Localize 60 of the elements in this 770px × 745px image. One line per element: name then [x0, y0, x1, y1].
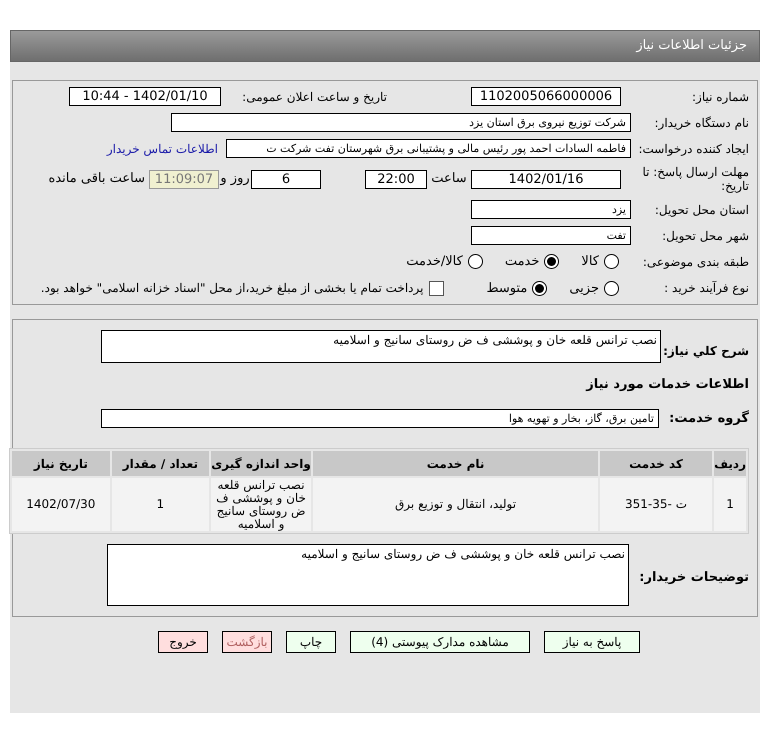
field-label: شماره نیاز:: [691, 88, 749, 106]
action-button[interactable]: چاپ: [286, 631, 336, 653]
checkbox[interactable]: [429, 280, 444, 296]
text-area[interactable]: نصب ترانس قلعه خان و پوششی ف ض روستای سانیج و اسلامیه: [107, 544, 629, 606]
text-field[interactable]: تامین برق، گاز، بخار و تهویه هوا: [101, 408, 659, 428]
column-header: تاریخ نیاز: [11, 450, 111, 477]
text-area[interactable]: نصب ترانس قلعه خان و پوششی ف ض روستای سانیج و اسلامیه: [101, 330, 661, 363]
field-label: مهلت ارسال پاسخ: تا تاریخ:: [641, 165, 749, 193]
field-label: استان محل تحویل:: [654, 202, 749, 218]
field-label: شهر محل تحویل:: [661, 228, 749, 244]
text-field[interactable]: یزد: [471, 200, 631, 219]
field-label: ساعت باقی مانده: [48, 170, 145, 188]
action-button[interactable]: پاسخ به نیاز: [544, 631, 640, 653]
section-title: اطلاعات خدمات مورد نیاز: [586, 376, 749, 394]
field-label: ساعت: [430, 170, 468, 188]
field-label: توضیحات خریدار:: [638, 569, 749, 587]
radio-button[interactable]: [544, 254, 560, 270]
option-label: کالا/خدمت: [406, 253, 463, 271]
action-button[interactable]: خروج: [158, 631, 208, 653]
table-cell: 1: [713, 477, 747, 532]
text-field[interactable]: 6: [251, 170, 321, 188]
radio-button[interactable]: [532, 280, 548, 296]
column-header: ردیف: [713, 450, 747, 477]
contact-link[interactable]: اطلاعات تماس خریدار: [106, 140, 218, 158]
action-button[interactable]: مشاهده مدارک پیوستی (4): [350, 631, 530, 653]
column-header: نام خدمت: [312, 450, 599, 477]
text-field[interactable]: شرکت توزیع نیروی برق استان یزد: [171, 113, 631, 132]
field-label: گروه خدمت:: [668, 409, 749, 428]
table-cell: تولید، انتقال و توزیع برق: [312, 477, 599, 532]
text-field[interactable]: 1402/01/10 - 10:44: [69, 87, 221, 106]
remaining-time: 11:09:07: [149, 170, 219, 188]
field-label: نام دستگاه خریدار:: [654, 114, 749, 132]
field-label: شرح کلي نياز:: [662, 343, 749, 360]
field-label: طبقه بندی موضوعی:: [642, 254, 749, 271]
column-header: واحد اندازه گیری: [210, 450, 312, 477]
page-title: جزئیات اطلاعات نیاز: [636, 37, 747, 56]
text-field[interactable]: 22:00: [365, 170, 427, 188]
radio-button[interactable]: [604, 280, 619, 296]
option-label: کالا: [581, 253, 599, 271]
action-button[interactable]: بازگشت: [222, 631, 272, 653]
text-field[interactable]: 1402/01/16: [471, 170, 621, 188]
field-label: ایجاد کننده درخواست:: [637, 140, 749, 158]
column-header: کد خدمت: [598, 450, 714, 477]
text-field[interactable]: فاطمه السادات احمد پور رئیس مالی و پشتیبانی برق شهرستان تفت شرکت ت: [226, 139, 631, 158]
checkbox-label: پرداخت تمام یا بخشی از مبلغ خرید،از محل "اسناد خزانه اسلامی" خواهد بود.: [40, 280, 424, 298]
table-cell: 1: [110, 477, 210, 532]
option-label: متوسط: [486, 280, 528, 298]
field-label: روز و: [219, 170, 251, 188]
radio-button[interactable]: [604, 254, 619, 270]
field-label: نوع فرآیند خرید :: [663, 280, 749, 298]
text-field[interactable]: تفت: [471, 226, 631, 245]
option-label: جزیی: [569, 280, 599, 298]
table-cell: 1402/07/30: [11, 477, 111, 532]
table-cell: نصب ترانس قلعه خان و پوششی ف ض روستای سانیج و اسلامیه: [210, 477, 312, 532]
radio-button[interactable]: [468, 254, 483, 270]
field-label: تاریخ و ساعت اعلان عمومی:: [241, 88, 387, 106]
table-cell: ت -35-351: [598, 477, 714, 532]
column-header: تعداد / مقدار: [110, 450, 210, 477]
option-label: خدمت: [504, 253, 540, 271]
text-field[interactable]: 1102005066000006: [471, 87, 621, 106]
